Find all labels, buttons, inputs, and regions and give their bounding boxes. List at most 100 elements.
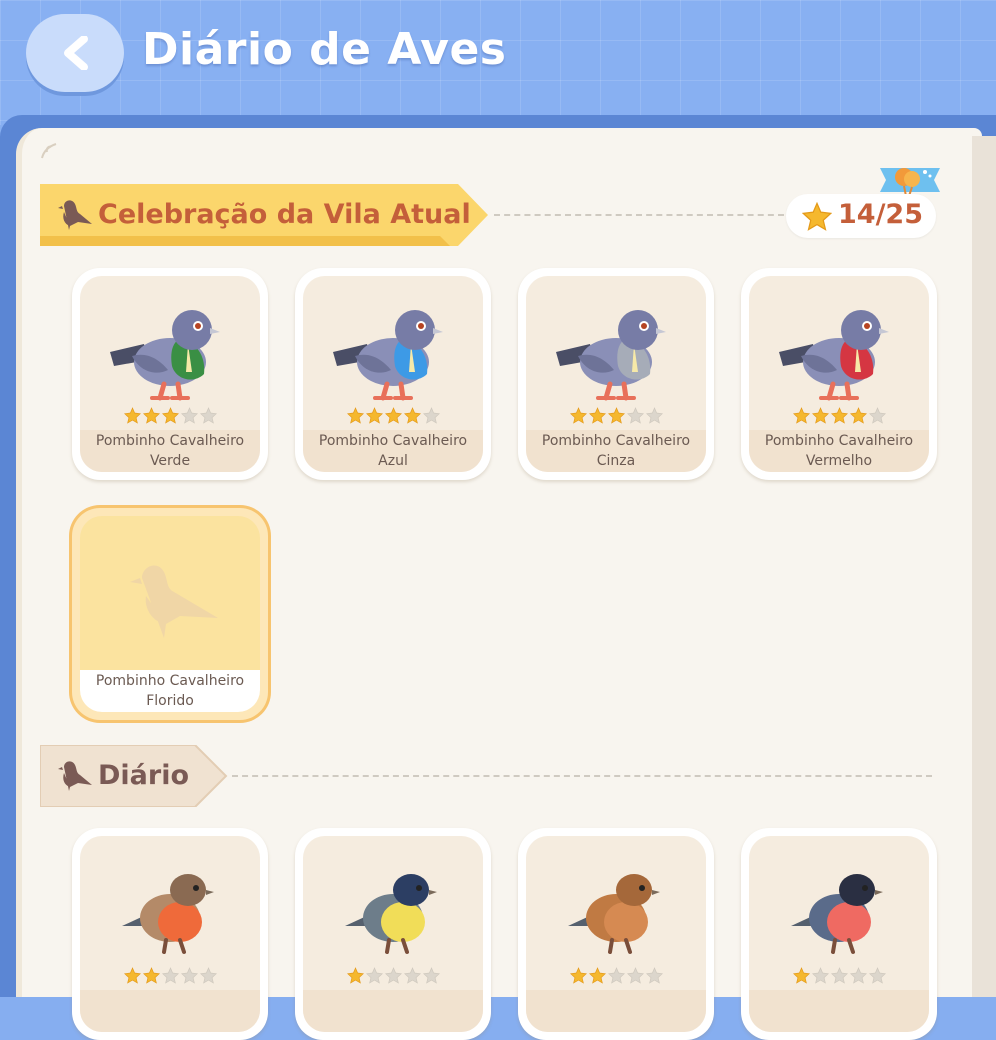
pigeon-icon [779, 310, 889, 401]
star-filled-icon [347, 967, 364, 984]
star-filled-icon [124, 967, 141, 984]
star-empty-icon [627, 967, 644, 984]
blue-tit-icon [345, 874, 437, 954]
star-empty-icon [385, 967, 402, 984]
bird-card[interactable]: Pombinho Cavalheiro Florido [72, 508, 268, 720]
star-empty-icon [831, 967, 848, 984]
rarity-stars [793, 407, 893, 425]
page-title: Diário de Aves [142, 24, 507, 75]
rarity-stars [124, 407, 224, 425]
bird-card-inner [526, 836, 706, 1032]
header-bar: Diário de Aves [0, 0, 996, 125]
bird-name: Pombinho Cavalheiro Azul [318, 433, 468, 469]
bird-name-box [80, 990, 260, 1032]
bird-card-inner: Pombinho Cavalheiro Azul [303, 276, 483, 472]
star-filled-icon [347, 407, 364, 424]
star-filled-icon [850, 407, 867, 424]
bird-silhouette-icon [58, 200, 92, 230]
collection-progress-text: 14/25 [838, 199, 924, 230]
star-filled-icon [812, 407, 829, 424]
rarity-stars [347, 407, 447, 425]
star-empty-icon [181, 407, 198, 424]
star-empty-icon [200, 967, 217, 984]
star-empty-icon [646, 967, 663, 984]
bird-card-inner [80, 836, 260, 1032]
page-edge [972, 136, 996, 997]
chevron-left-icon [64, 36, 88, 70]
bird-card[interactable] [518, 828, 714, 1040]
star-filled-icon [162, 407, 179, 424]
bird-card[interactable]: Pombinho Cavalheiro Azul [295, 268, 491, 480]
bird-name-box [303, 990, 483, 1032]
bird-card[interactable]: Pombinho Cavalheiro Cinza [518, 268, 714, 480]
bullfinch-icon [791, 874, 883, 954]
pigeon-icon [333, 310, 443, 401]
bird-silhouette-icon [58, 761, 92, 791]
rarity-stars [347, 967, 447, 985]
section-divider [494, 214, 784, 216]
bird-name-box [526, 990, 706, 1032]
star-empty-icon [608, 967, 625, 984]
bird-name: Pombinho Cavalheiro Cinza [541, 433, 691, 469]
rarity-stars [124, 967, 224, 985]
pigeon-icon [556, 310, 666, 401]
rarity-stars [793, 967, 893, 985]
star-empty-icon [200, 407, 217, 424]
star-empty-icon [869, 967, 886, 984]
bird-name: Pombinho Cavalheiro Florido [95, 673, 245, 709]
star-filled-icon [570, 967, 587, 984]
bird-name: Pombinho Cavalheiro Verde [95, 433, 245, 469]
bird-card-inner [303, 836, 483, 1032]
star-filled-icon [793, 967, 810, 984]
bird-card[interactable] [741, 828, 937, 1040]
bird-card-inner: Pombinho Cavalheiro Verde [80, 276, 260, 472]
bird-name: Pombinho Cavalheiro Vermelho [764, 433, 914, 469]
star-empty-icon [162, 967, 179, 984]
back-button[interactable] [26, 14, 124, 92]
star-filled-icon [608, 407, 625, 424]
star-icon [802, 202, 832, 231]
bird-card[interactable] [72, 828, 268, 1040]
star-filled-icon [831, 407, 848, 424]
star-empty-icon [646, 407, 663, 424]
star-empty-icon [627, 407, 644, 424]
star-empty-icon [404, 967, 421, 984]
star-filled-icon [589, 967, 606, 984]
star-filled-icon [366, 407, 383, 424]
bird-card-inner: Pombinho Cavalheiro Cinza [526, 276, 706, 472]
section-title-celebration: Celebração da Vila Atual [98, 199, 471, 230]
robin-icon [122, 874, 214, 954]
star-empty-icon [850, 967, 867, 984]
bird-silhouette-icon [130, 565, 218, 638]
rarity-stars [570, 967, 670, 985]
star-empty-icon [423, 967, 440, 984]
star-empty-icon [423, 407, 440, 424]
bird-card-inner: Pombinho Cavalheiro Vermelho [749, 276, 929, 472]
sparrow-icon [568, 874, 660, 954]
bird-card[interactable]: Pombinho Cavalheiro Verde [72, 268, 268, 480]
pigeon-icon [110, 310, 220, 401]
star-filled-icon [570, 407, 587, 424]
star-filled-icon [589, 407, 606, 424]
star-filled-icon [143, 967, 160, 984]
star-filled-icon [143, 407, 160, 424]
bird-card-inner: Pombinho Cavalheiro Florido [80, 516, 260, 712]
star-filled-icon [404, 407, 421, 424]
bird-card[interactable]: Pombinho Cavalheiro Vermelho [741, 268, 937, 480]
star-empty-icon [869, 407, 886, 424]
star-filled-icon [385, 407, 402, 424]
section-divider [232, 775, 932, 777]
balloon-icon [880, 168, 940, 197]
star-filled-icon [124, 407, 141, 424]
bird-name-box [749, 990, 929, 1032]
leaf-decoration-icon [41, 143, 57, 159]
star-empty-icon [366, 967, 383, 984]
star-filled-icon [793, 407, 810, 424]
bird-card[interactable] [295, 828, 491, 1040]
rarity-stars [570, 407, 670, 425]
bird-card-inner [749, 836, 929, 1032]
star-empty-icon [181, 967, 198, 984]
collection-progress-badge: 14/25 [786, 194, 936, 238]
section-title-diary: Diário [98, 760, 190, 791]
star-empty-icon [812, 967, 829, 984]
